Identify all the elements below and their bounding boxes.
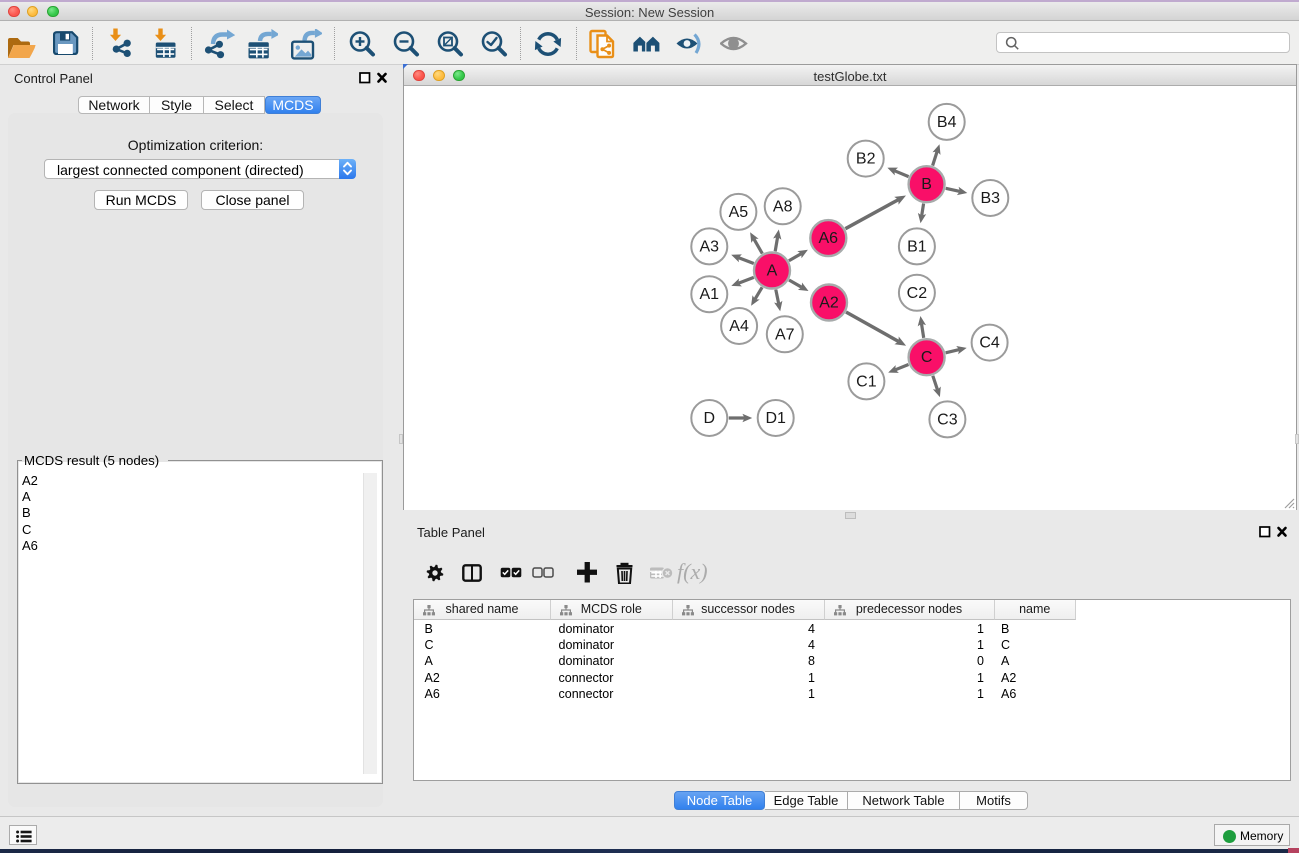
svg-text:f(x): f(x) <box>677 561 708 584</box>
svg-text:A4: A4 <box>729 318 749 335</box>
svg-text:B1: B1 <box>907 238 927 255</box>
svg-text:C4: C4 <box>979 335 1000 352</box>
svg-text:D1: D1 <box>765 410 786 427</box>
svg-text:A6: A6 <box>819 230 839 247</box>
svg-text:B3: B3 <box>981 190 1001 207</box>
svg-text:A: A <box>767 263 778 280</box>
svg-text:A8: A8 <box>773 198 793 215</box>
svg-text:A7: A7 <box>775 326 795 343</box>
svg-text:B4: B4 <box>937 114 957 131</box>
svg-text:B2: B2 <box>856 151 876 168</box>
svg-text:A3: A3 <box>700 238 720 255</box>
svg-text:C2: C2 <box>907 285 928 302</box>
svg-text:A1: A1 <box>700 286 720 303</box>
svg-text:A5: A5 <box>729 204 749 221</box>
svg-text:C3: C3 <box>937 411 958 428</box>
svg-text:A2: A2 <box>819 295 839 312</box>
svg-text:B: B <box>921 176 932 193</box>
svg-text:C: C <box>921 349 933 366</box>
svg-text:D: D <box>704 410 716 427</box>
svg-text:C1: C1 <box>856 373 877 390</box>
